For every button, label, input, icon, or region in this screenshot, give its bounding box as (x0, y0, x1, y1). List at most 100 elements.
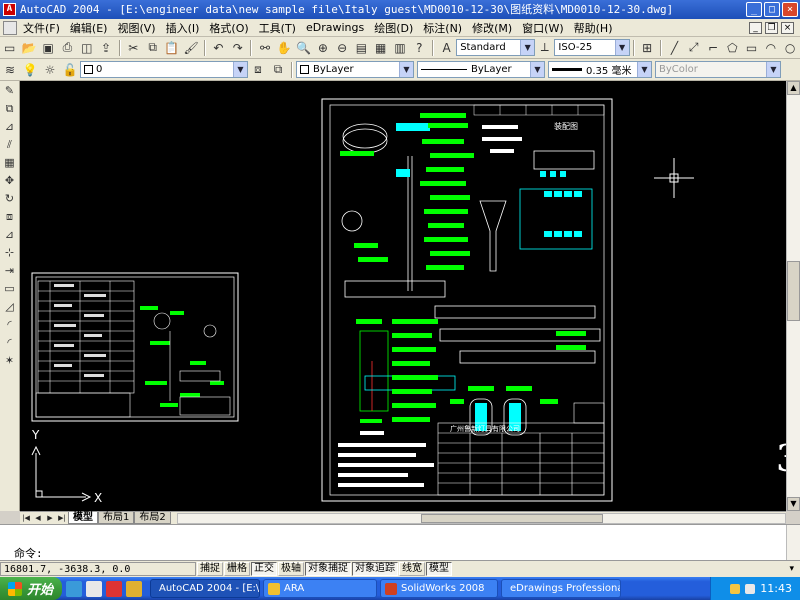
menu-edrawings[interactable]: eDrawings (303, 21, 371, 34)
drawing-canvas[interactable]: 装配图 广州鲁新灯具有限公司 Y X (20, 81, 786, 511)
menu-help[interactable]: 帮助(H) (571, 20, 620, 36)
horizontal-scroll-thumb[interactable] (420, 513, 603, 523)
tab-model[interactable]: 模型 (68, 512, 98, 524)
volume-icon[interactable] (745, 583, 756, 594)
polygon-icon[interactable]: ⬠ (724, 40, 741, 56)
text-style-select[interactable]: Standard ▼ (456, 39, 536, 56)
document-icon[interactable] (3, 20, 17, 35)
new-icon[interactable]: ▭ (1, 40, 18, 56)
quicklaunch-acad-icon[interactable] (106, 580, 122, 597)
pan-icon[interactable]: ✋ (276, 40, 293, 56)
menu-tools[interactable]: 工具(T) (256, 20, 303, 36)
scale-icon[interactable]: ⧈ (1, 208, 19, 225)
last-tab-icon[interactable]: ▶| (56, 513, 68, 524)
trim-icon[interactable]: ⊹ (1, 244, 19, 261)
task-ara[interactable]: ARA (263, 579, 377, 598)
lineweight-toggle[interactable]: 线宽 (399, 562, 425, 576)
plot-style-icon[interactable]: ⊞ (639, 40, 656, 56)
cut-icon[interactable]: ✂ (125, 40, 142, 56)
print-icon[interactable]: ⎙ (59, 40, 76, 56)
match-properties-icon[interactable]: 🖌 (183, 40, 200, 56)
task-solidworks[interactable]: SolidWorks 2008 (380, 579, 498, 598)
menu-draw[interactable]: 绘图(D) (371, 20, 420, 36)
quicklaunch-folder-icon[interactable] (126, 580, 142, 597)
command-line[interactable]: 命令: (0, 524, 800, 560)
linetype-select[interactable]: ByLayer ▼ (417, 61, 545, 78)
paste-icon[interactable]: 📋 (163, 40, 180, 56)
design-center-icon[interactable]: ▦ (372, 40, 389, 56)
ortho-toggle[interactable]: 正交 (251, 562, 277, 576)
layer-select[interactable]: 0 ▼ (80, 61, 248, 78)
menu-edit[interactable]: 编辑(E) (67, 20, 115, 36)
dim-style-select[interactable]: ISO-25 ▼ (554, 39, 630, 56)
model-toggle[interactable]: 模型 (426, 562, 452, 576)
make-current-layer-icon[interactable]: ⧈ (249, 62, 267, 78)
snap-toggle[interactable]: 捕捉 (197, 562, 223, 576)
grid-toggle[interactable]: 栅格 (224, 562, 250, 576)
doc-restore-button[interactable]: ❐ (765, 21, 778, 34)
status-tray-icon[interactable]: ▾ (789, 564, 800, 574)
task-edrawings[interactable]: eDrawings Professional (501, 579, 621, 598)
maximize-button[interactable]: □ (764, 2, 780, 17)
menu-modify[interactable]: 修改(M) (469, 20, 519, 36)
menu-view[interactable]: 视图(V) (114, 20, 162, 36)
move-icon[interactable]: ✥ (1, 172, 19, 189)
zoom-realtime-icon[interactable]: 🔍 (295, 40, 312, 56)
extend-icon[interactable]: ⇥ (1, 262, 19, 279)
line-icon[interactable]: ╱ (666, 40, 683, 56)
tab-layout2[interactable]: 布局2 (134, 512, 171, 524)
arc-icon[interactable]: ◠ (762, 40, 779, 56)
task-autocad[interactable]: AutoCAD 2004 - [E:\... (150, 579, 260, 598)
open-icon[interactable]: 📂 (20, 40, 37, 56)
redo-icon[interactable]: ↷ (229, 40, 246, 56)
help-icon[interactable]: ? (411, 40, 428, 56)
publish-icon[interactable]: ⇪ (97, 40, 114, 56)
menu-window[interactable]: 窗口(W) (519, 20, 570, 36)
array-icon[interactable]: ▦ (1, 154, 19, 171)
quicklaunch-ie-icon[interactable] (66, 580, 82, 597)
scroll-up-icon[interactable]: ▲ (787, 81, 800, 95)
hyperlink-icon[interactable]: ⚯ (256, 40, 273, 56)
horizontal-scrollbar[interactable] (176, 512, 786, 524)
layer-manager-icon[interactable]: ≋ (1, 62, 19, 78)
menu-file[interactable]: 文件(F) (20, 20, 67, 36)
zoom-previous-icon[interactable]: ⊖ (334, 40, 351, 56)
start-button[interactable]: 开始 (0, 577, 62, 600)
command-scrollbar[interactable] (786, 525, 800, 560)
vertical-scrollbar[interactable]: ▲ ▼ (786, 81, 800, 511)
mirror-icon[interactable]: ⊿ (1, 118, 19, 135)
menu-insert[interactable]: 插入(I) (163, 20, 207, 36)
polar-toggle[interactable]: 极轴 (278, 562, 304, 576)
chamfer-icon[interactable]: ◿ (1, 298, 19, 315)
copy-object-icon[interactable]: ⧉ (1, 100, 19, 117)
fillet-alt-icon[interactable]: ◜ (1, 334, 19, 351)
stretch-icon[interactable]: ⊿ (1, 226, 19, 243)
osnap-toggle[interactable]: 对象捕捉 (305, 562, 351, 576)
minimize-button[interactable]: _ (746, 2, 762, 17)
layer-previous-icon[interactable]: ⧉ (269, 62, 287, 78)
copy-icon[interactable]: ⧉ (144, 40, 161, 56)
save-icon[interactable]: ▣ (40, 40, 57, 56)
rotate-icon[interactable]: ↻ (1, 190, 19, 207)
fillet-icon[interactable]: ◜ (1, 316, 19, 333)
offset-icon[interactable]: ⫽ (1, 136, 19, 153)
scroll-down-icon[interactable]: ▼ (787, 497, 800, 511)
tray-app-icon[interactable] (730, 583, 741, 594)
polyline-icon[interactable]: ⌐ (704, 40, 721, 56)
construction-line-icon[interactable]: ⤢ (685, 40, 702, 56)
next-tab-icon[interactable]: ▶ (44, 513, 56, 524)
erase-icon[interactable]: ✎ (1, 82, 19, 99)
break-icon[interactable]: ▭ (1, 280, 19, 297)
zoom-window-icon[interactable]: ⊕ (314, 40, 331, 56)
circle-icon[interactable]: ○ (782, 40, 799, 56)
first-tab-icon[interactable]: |◀ (20, 513, 32, 524)
menu-dimension[interactable]: 标注(N) (420, 20, 469, 36)
plotstyle-select[interactable]: ByColor ▼ (655, 61, 781, 78)
rectangle-icon[interactable]: ▭ (743, 40, 760, 56)
lineweight-select[interactable]: 0.35 毫米 ▼ (548, 61, 652, 78)
undo-icon[interactable]: ↶ (210, 40, 227, 56)
vertical-scroll-thumb[interactable] (787, 261, 800, 321)
tool-palette-icon[interactable]: ▥ (391, 40, 408, 56)
doc-close-button[interactable]: × (781, 21, 794, 34)
properties-icon[interactable]: ▤ (353, 40, 370, 56)
